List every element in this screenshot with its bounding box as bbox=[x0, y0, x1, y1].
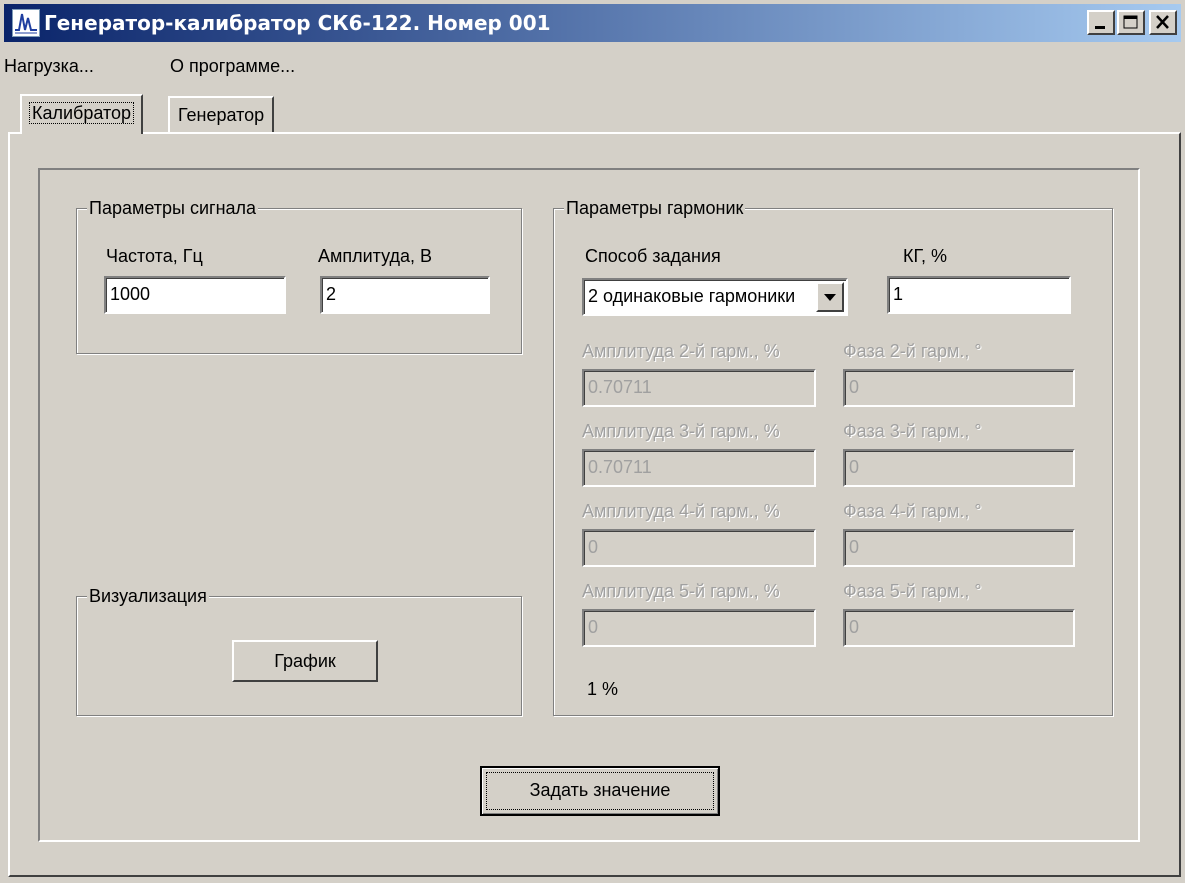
phase2-label: Фаза 2-й гарм., ° bbox=[843, 341, 982, 361]
amp2-input[interactable]: 0.70711 bbox=[582, 369, 816, 407]
oscilloscope-app-icon bbox=[12, 9, 40, 37]
amp2-label: Амплитуда 2-й гарм., % bbox=[582, 341, 780, 361]
phase4-label: Фаза 4-й гарм., ° bbox=[843, 501, 982, 521]
amplitude-input[interactable]: 2 bbox=[320, 276, 490, 314]
menu-load[interactable]: Нагрузка... bbox=[4, 56, 94, 77]
amplitude-label: Амплитуда, В bbox=[318, 246, 433, 266]
tab-calibrator[interactable]: Калибратор bbox=[20, 94, 144, 134]
method-select[interactable]: 2 одинаковые гармоники bbox=[582, 278, 848, 316]
main-window: Генератор-калибратор СК6-122. Номер 001 … bbox=[0, 0, 1185, 883]
phase4-input[interactable]: 0 bbox=[843, 529, 1075, 567]
title-bar[interactable]: Генератор-калибратор СК6-122. Номер 001 bbox=[4, 4, 1181, 42]
maximize-icon bbox=[1123, 15, 1138, 29]
harmonics-params-title: Параметры гармоник bbox=[564, 197, 746, 219]
kg-input[interactable]: 1 bbox=[887, 276, 1071, 314]
dropdown-arrow-button[interactable] bbox=[816, 282, 844, 312]
method-select-value: 2 одинаковые гармоники bbox=[588, 286, 796, 306]
chevron-down-icon bbox=[824, 294, 836, 301]
amp5-label: Амплитуда 5-й гарм., % bbox=[582, 581, 780, 601]
minimize-button[interactable] bbox=[1087, 10, 1115, 35]
apply-value-button[interactable]: Задать значение bbox=[480, 766, 720, 816]
phase3-label: Фаза 3-й гарм., ° bbox=[843, 421, 982, 441]
tab-generator[interactable]: Генератор bbox=[168, 96, 275, 132]
amp3-label: Амплитуда 3-й гарм., % bbox=[582, 421, 780, 441]
amp4-input[interactable]: 0 bbox=[582, 529, 816, 567]
frequency-input[interactable]: 1000 bbox=[104, 276, 286, 314]
amp3-input[interactable]: 0.70711 bbox=[582, 449, 816, 487]
method-label: Способ задания bbox=[585, 246, 721, 266]
minimize-icon bbox=[1095, 26, 1105, 29]
amp5-input[interactable]: 0 bbox=[582, 609, 816, 647]
maximize-button[interactable] bbox=[1117, 10, 1145, 35]
kg-label: КГ, % bbox=[903, 246, 948, 266]
kg-result-text: 1 % bbox=[587, 679, 619, 699]
phase2-input[interactable]: 0 bbox=[843, 369, 1075, 407]
phase5-label: Фаза 5-й гарм., ° bbox=[843, 581, 982, 601]
phase3-input[interactable]: 0 bbox=[843, 449, 1075, 487]
close-button[interactable] bbox=[1149, 10, 1177, 35]
menu-about[interactable]: О программе... bbox=[170, 56, 295, 77]
signal-params-title: Параметры сигнала bbox=[87, 197, 259, 219]
amp4-label: Амплитуда 4-й гарм., % bbox=[582, 501, 780, 521]
window-title: Генератор-калибратор СК6-122. Номер 001 bbox=[44, 11, 551, 35]
visualization-title: Визуализация bbox=[87, 585, 209, 607]
phase5-input[interactable]: 0 bbox=[843, 609, 1075, 647]
graph-button[interactable]: График bbox=[232, 640, 378, 682]
frequency-label: Частота, Гц bbox=[106, 246, 203, 266]
close-icon bbox=[1156, 15, 1169, 29]
